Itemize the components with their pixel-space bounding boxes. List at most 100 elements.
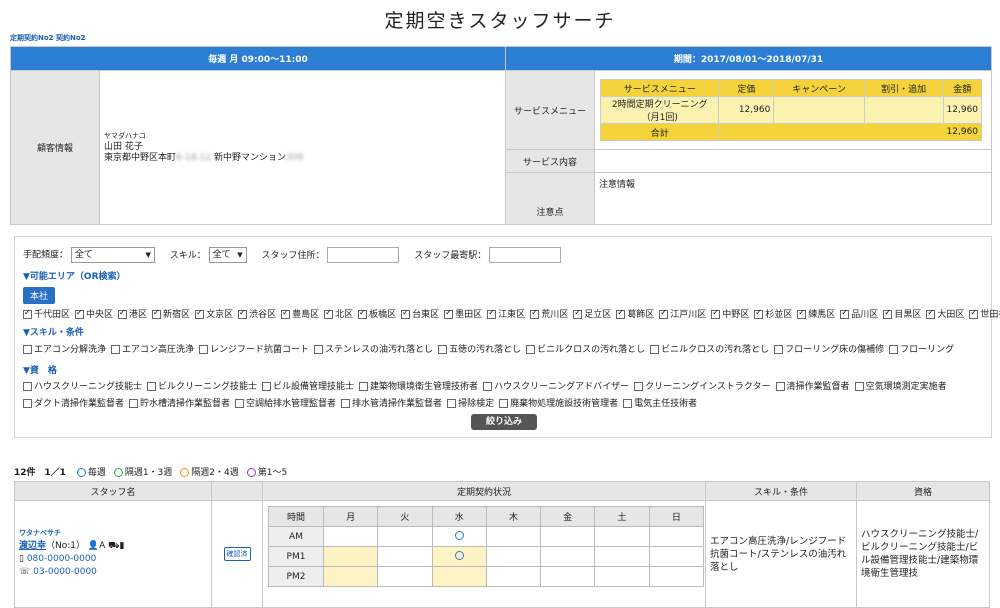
area-checkbox[interactable]: 千代田区: [23, 307, 70, 320]
checkbox-icon[interactable]: [889, 345, 899, 354]
filter-submit-button[interactable]: 絞り込み: [471, 414, 537, 430]
checkbox-icon[interactable]: [75, 308, 85, 319]
checkbox-icon[interactable]: [774, 345, 784, 354]
skill-checkbox[interactable]: ステンレスの油汚れ落とし: [314, 342, 433, 355]
schedule-cell[interactable]: [540, 566, 596, 587]
qual-checkbox[interactable]: 空気環境測定実施者: [854, 379, 947, 392]
schedule-cell[interactable]: [431, 546, 487, 567]
qual-checkbox[interactable]: 排水管清掃作業監督者: [341, 396, 442, 409]
area-checkbox[interactable]: 荒川区: [530, 307, 568, 320]
checkbox-icon[interactable]: [341, 399, 351, 408]
checkbox-icon[interactable]: [483, 382, 493, 391]
qual-checkbox[interactable]: クリーニングインストラクター: [634, 379, 771, 392]
schedule-cell[interactable]: [485, 526, 542, 547]
checkbox-icon[interactable]: [623, 399, 633, 408]
checkbox-icon[interactable]: [754, 308, 764, 319]
schedule-cell[interactable]: [322, 566, 379, 587]
qual-checkbox[interactable]: ハウスクリーニングアドバイザー: [483, 379, 629, 392]
qual-checkbox[interactable]: 掃除検定: [447, 396, 494, 409]
checkbox-icon[interactable]: [118, 308, 128, 319]
area-checkbox[interactable]: 中央区: [75, 307, 113, 320]
checkbox-icon[interactable]: [883, 308, 893, 319]
checkbox-icon[interactable]: [152, 308, 162, 319]
area-checkbox[interactable]: 練馬区: [797, 307, 835, 320]
staff-phone-1[interactable]: 080-0000-0000: [27, 554, 96, 564]
checkbox-icon[interactable]: [129, 399, 139, 408]
freq-select[interactable]: 全て ▼: [70, 247, 155, 263]
schedule-cell[interactable]: [594, 566, 650, 587]
address-input[interactable]: [327, 247, 400, 263]
schedule-cell[interactable]: [377, 566, 433, 587]
contract-link[interactable]: 定期契約No2 契約No2: [10, 33, 86, 43]
checkbox-icon[interactable]: [650, 345, 660, 354]
area-checkbox[interactable]: 足立区: [573, 307, 611, 320]
qual-checkbox[interactable]: ダクト清掃作業監督者: [23, 396, 124, 409]
staff-name-link[interactable]: 渡辺幸: [19, 541, 46, 551]
checkbox-icon[interactable]: [499, 399, 509, 408]
schedule-cell[interactable]: [431, 526, 487, 547]
schedule-cell[interactable]: [485, 546, 542, 567]
checkbox-icon[interactable]: [926, 308, 936, 319]
checkbox-icon[interactable]: [573, 308, 583, 319]
checkbox-icon[interactable]: [262, 382, 272, 391]
qual-checkbox[interactable]: 建築物環境衛生管理技術者: [359, 379, 478, 392]
checkbox-icon[interactable]: [195, 308, 205, 319]
station-input[interactable]: [489, 247, 562, 263]
skill-checkbox[interactable]: フローリング床の傷補修: [774, 342, 884, 355]
area-checkbox[interactable]: 杉並区: [754, 307, 792, 320]
skill-checkbox[interactable]: ビニルクロスの汚れ落とし: [650, 342, 769, 355]
schedule-cell[interactable]: [594, 526, 650, 547]
checkbox-icon[interactable]: [235, 399, 245, 408]
schedule-cell[interactable]: [648, 566, 705, 587]
area-checkbox[interactable]: 北区: [324, 307, 353, 320]
checkbox-icon[interactable]: [401, 308, 411, 319]
checkbox-icon[interactable]: [358, 308, 368, 319]
checkbox-icon[interactable]: [840, 308, 850, 319]
area-checkbox[interactable]: 港区: [118, 307, 147, 320]
checkbox-icon[interactable]: [238, 308, 248, 319]
area-checkbox[interactable]: 板橋区: [358, 307, 396, 320]
schedule-cell[interactable]: [594, 546, 650, 567]
area-checkbox[interactable]: 江東区: [487, 307, 525, 320]
honsha-button[interactable]: 本社: [23, 287, 56, 304]
checkbox-icon[interactable]: [526, 345, 536, 354]
checkbox-icon[interactable]: [447, 399, 457, 408]
qual-checkbox[interactable]: 貯水槽清掃作業監督者: [129, 396, 230, 409]
area-checkbox[interactable]: 墨田区: [444, 307, 482, 320]
checkbox-icon[interactable]: [23, 308, 32, 319]
checkbox-icon[interactable]: [359, 382, 369, 391]
schedule-cell[interactable]: [322, 526, 379, 547]
checkbox-icon[interactable]: [797, 308, 807, 319]
checkbox-icon[interactable]: [314, 345, 324, 354]
qual-checkbox[interactable]: ビルクリーニング技能士: [147, 379, 257, 392]
area-checkbox[interactable]: 葛飾区: [616, 307, 654, 320]
schedule-cell[interactable]: [485, 566, 542, 587]
checkbox-icon[interactable]: [111, 345, 121, 354]
checkbox-icon[interactable]: [969, 308, 979, 319]
checkbox-icon[interactable]: [199, 345, 209, 354]
checkbox-icon[interactable]: [711, 308, 721, 319]
qual-checkbox[interactable]: ハウスクリーニング技能士: [23, 379, 142, 392]
checkbox-icon[interactable]: [23, 345, 32, 354]
confirm-badge[interactable]: 確認済: [223, 547, 251, 561]
area-checkbox[interactable]: 大田区: [926, 307, 964, 320]
checkbox-icon[interactable]: [444, 308, 454, 319]
schedule-cell[interactable]: [377, 526, 433, 547]
checkbox-icon[interactable]: [775, 382, 785, 391]
area-checkbox[interactable]: 江戸川区: [659, 307, 706, 320]
schedule-cell[interactable]: [322, 546, 379, 567]
checkbox-icon[interactable]: [659, 308, 669, 319]
qual-checkbox[interactable]: ビル設備管理技能士: [262, 379, 354, 392]
schedule-cell[interactable]: [431, 566, 487, 587]
skill-checkbox[interactable]: エアコン分解洗浄: [23, 342, 106, 355]
checkbox-icon[interactable]: [530, 308, 540, 319]
checkbox-icon[interactable]: [147, 382, 157, 391]
skill-checkbox[interactable]: 五徳の汚れ落とし: [438, 342, 521, 355]
qual-checkbox[interactable]: 廃棄物処理施設技術管理者: [499, 396, 618, 409]
area-checkbox[interactable]: 品川区: [840, 307, 878, 320]
skill-checkbox[interactable]: レンジフード抗菌コート: [199, 342, 309, 355]
checkbox-icon[interactable]: [616, 308, 626, 319]
area-checkbox[interactable]: 渋谷区: [238, 307, 276, 320]
schedule-cell[interactable]: [540, 526, 596, 547]
staff-phone-2[interactable]: 03-0000-0000: [33, 567, 97, 577]
